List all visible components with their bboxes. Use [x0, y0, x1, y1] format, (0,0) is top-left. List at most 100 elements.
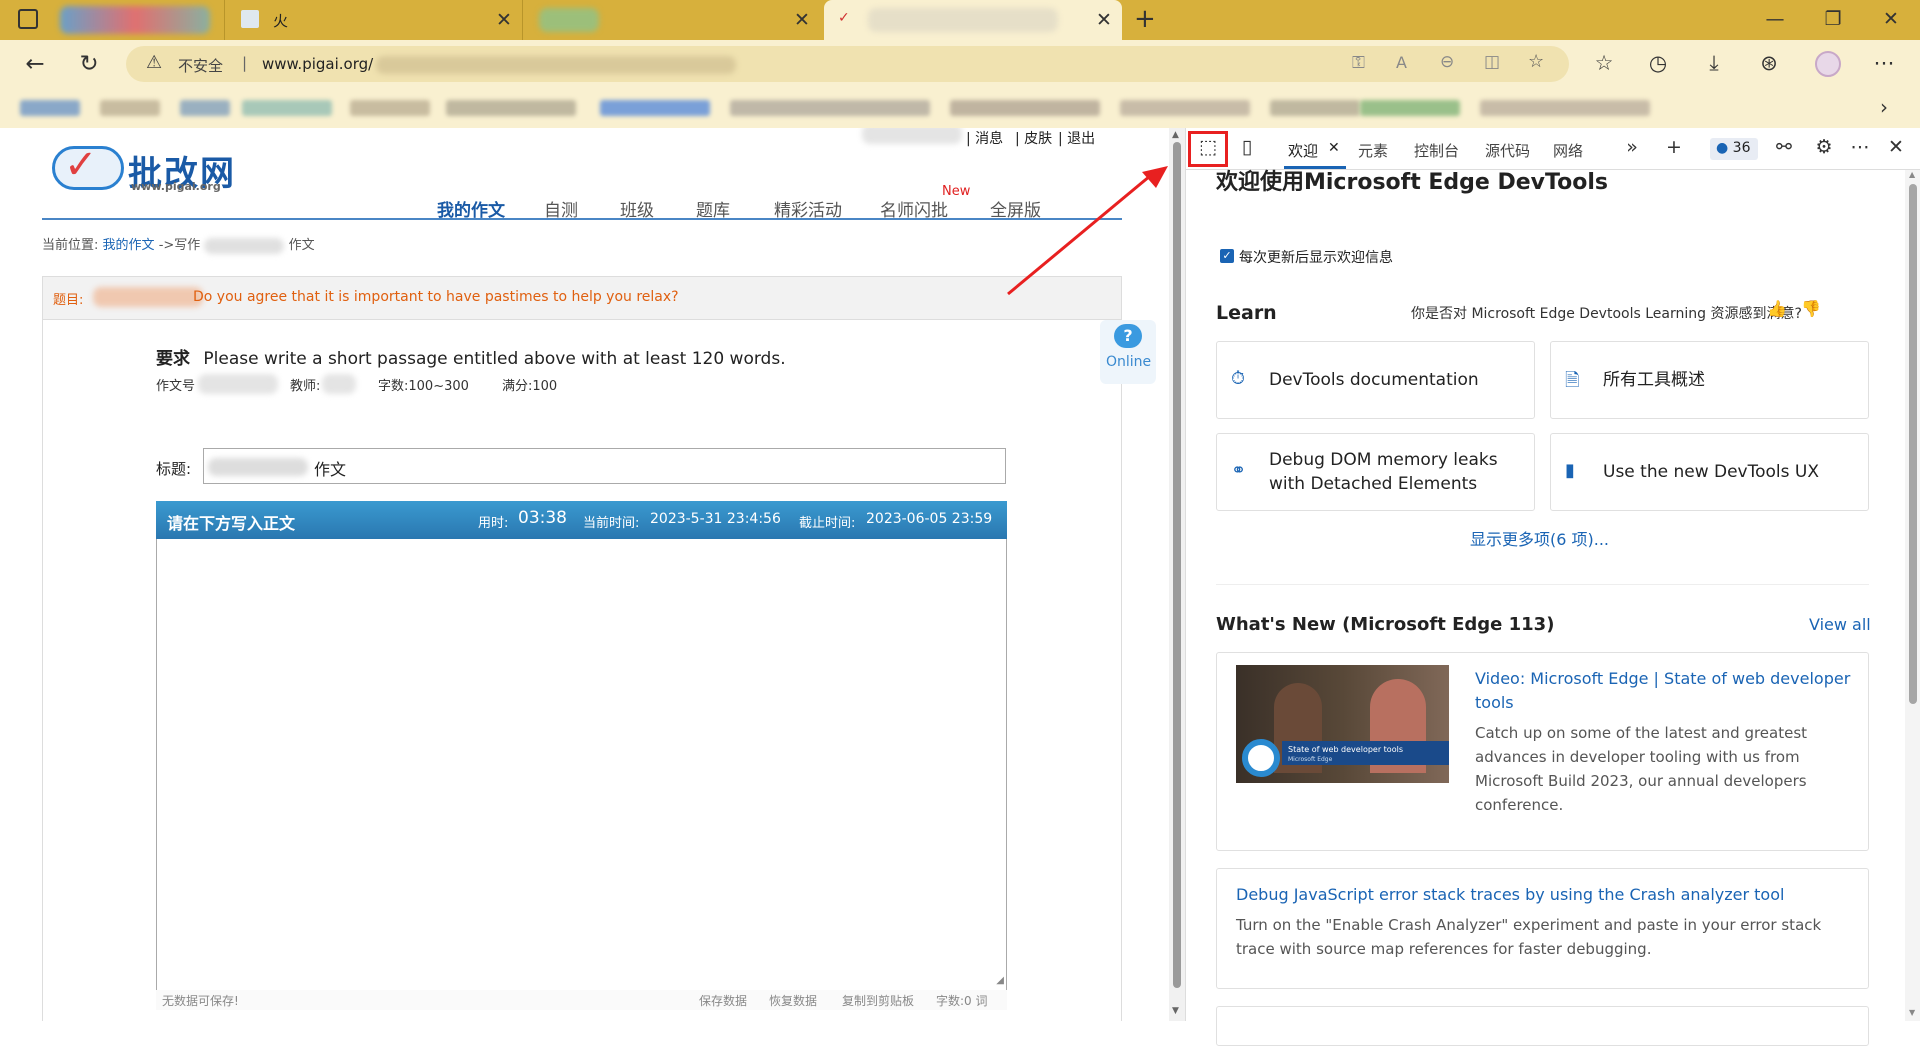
essay-textarea[interactable]: ◢	[156, 539, 1007, 999]
learn-card-tools-overview[interactable]: 🗎 所有工具概述	[1550, 341, 1869, 419]
tab-welcome-close-icon[interactable]: ✕	[1328, 140, 1340, 156]
security-label[interactable]: 不安全	[178, 55, 223, 76]
video-thumbnail[interactable]: State of web developer tools Microsoft E…	[1236, 665, 1449, 783]
learn-card-memory-leaks[interactable]: ⚭ Debug DOM memory leaks with Detached E…	[1216, 433, 1535, 511]
tab-actions-icon[interactable]	[18, 9, 38, 29]
online-help-button[interactable]: ? Online	[1100, 320, 1156, 384]
bookmark-8[interactable]	[730, 100, 930, 116]
learn-heading: Learn	[1216, 302, 1277, 324]
minimize-button[interactable]: —	[1760, 8, 1790, 30]
address-toolbar: ← ↻ ⚠ 不安全 | www.pigai.org/ ⚿ A ⊖ ◫ ☆ ☆ ◷…	[0, 40, 1920, 88]
news-crash-title[interactable]: Debug JavaScript error stack traces by u…	[1236, 883, 1856, 907]
save-data-button[interactable]: 保存数据	[699, 992, 747, 1009]
devtools-tab-welcome[interactable]: 欢迎	[1288, 140, 1318, 161]
downloads-icon[interactable]: ⤓	[1700, 51, 1728, 76]
settings-gear-icon[interactable]: ⚙	[1810, 136, 1838, 158]
devtools-scrollbar-thumb[interactable]	[1909, 184, 1917, 704]
key-icon[interactable]: ⚿	[1352, 53, 1365, 73]
devtools-tab-network[interactable]: 网络	[1553, 140, 1583, 161]
title-bar: 火 ✕ ✕ ✓ ✕ + — ❐ ✕	[0, 0, 1920, 40]
devtools-tab-sources[interactable]: 源代码	[1485, 140, 1530, 161]
thumbs-down-icon[interactable]: 👎	[1801, 299, 1821, 318]
devtools-scrollbar[interactable]: ▲ ▼	[1905, 170, 1920, 1021]
bookmark-12[interactable]	[1360, 100, 1460, 116]
copy-clipboard-button[interactable]: 复制到剪贴板	[842, 992, 914, 1009]
learn-card-label: Debug DOM memory leaks with Detached Ele…	[1269, 450, 1498, 494]
learn-card-documentation[interactable]: ⏱ DevTools documentation	[1216, 341, 1535, 419]
url-text[interactable]: www.pigai.org/	[262, 55, 373, 73]
edge-collections-icon[interactable]: ⊛	[1755, 51, 1783, 75]
tab-1[interactable]	[58, 0, 224, 40]
bookmark-5[interactable]	[350, 100, 430, 116]
top-menu-messages[interactable]: | 消息	[966, 128, 1003, 148]
address-bar[interactable]: ⚠ 不安全 | www.pigai.org/ ⚿ A ⊖ ◫ ☆	[126, 46, 1569, 82]
devtools-scroll-down-icon[interactable]: ▼	[1909, 1008, 1915, 1017]
new-tab-button[interactable]: +	[1134, 4, 1156, 34]
restore-data-button[interactable]: 恢复数据	[769, 992, 817, 1009]
bookmark-10[interactable]	[1120, 100, 1250, 116]
bookmarks-overflow-icon[interactable]: ›	[1880, 95, 1888, 119]
add-tab-icon[interactable]: +	[1660, 136, 1688, 158]
top-menu-skin[interactable]: | 皮肤	[1015, 128, 1052, 148]
bookmark-9[interactable]	[950, 100, 1100, 116]
issues-badge[interactable]: ● 36	[1710, 138, 1758, 160]
profile-avatar[interactable]	[1815, 51, 1841, 77]
bookmark-2[interactable]	[100, 100, 160, 116]
add-favorite-icon[interactable]: ☆	[1528, 51, 1544, 72]
bookmark-4[interactable]	[242, 100, 332, 116]
page-vertical-scrollbar[interactable]: ▲ ▼	[1169, 128, 1185, 1021]
learn-card-new-ux[interactable]: ▮ Use the new DevTools UX	[1550, 433, 1869, 511]
top-menu-logout[interactable]: | 退出	[1058, 128, 1095, 148]
teacher-label: 教师:	[290, 379, 321, 394]
bookmark-11[interactable]	[1270, 100, 1360, 116]
history-icon[interactable]: ◷	[1644, 51, 1672, 75]
device-emulation-icon[interactable]: ▯	[1233, 136, 1261, 158]
scrollbar-thumb[interactable]	[1173, 142, 1181, 988]
question-redacted	[93, 287, 203, 307]
bookmark-13[interactable]	[1480, 100, 1650, 116]
maximize-button[interactable]: ❐	[1818, 8, 1848, 30]
scroll-down-icon[interactable]: ▼	[1172, 1006, 1179, 1016]
tab-2-close-icon[interactable]: ✕	[494, 9, 514, 31]
read-aloud-icon[interactable]: A	[1396, 53, 1407, 72]
more-tabs-icon[interactable]: »	[1618, 136, 1646, 158]
show-welcome-checkbox[interactable]: ✓	[1220, 249, 1234, 263]
scroll-up-icon[interactable]: ▲	[1172, 130, 1179, 140]
back-arrow-icon[interactable]: ←	[20, 49, 50, 79]
tab-2[interactable]: 火 ✕	[224, 0, 522, 40]
resize-handle-icon[interactable]: ◢	[996, 975, 1004, 986]
news-video-title[interactable]: Video: Microsoft Edge | State of web dev…	[1475, 667, 1855, 715]
zoom-out-icon[interactable]: ⊖	[1440, 52, 1454, 72]
help-chat-icon: ?	[1114, 324, 1142, 348]
more-menu-icon[interactable]: ⋯	[1870, 51, 1898, 75]
news-card-next[interactable]	[1216, 1006, 1869, 1046]
devtools-tab-console[interactable]: 控制台	[1414, 140, 1459, 161]
view-all-link[interactable]: View all	[1809, 615, 1871, 634]
close-devtools-icon[interactable]: ✕	[1882, 136, 1910, 158]
news-card-crash-analyzer[interactable]: Debug JavaScript error stack traces by u…	[1216, 868, 1869, 989]
share-icon[interactable]: ⚯	[1770, 136, 1798, 158]
breadcrumb-my-essays-link[interactable]: 我的作文	[103, 238, 155, 253]
section-divider	[1216, 584, 1869, 585]
show-more-link[interactable]: 显示更多项(6 项)...	[1470, 526, 1609, 550]
bookmark-3[interactable]	[180, 100, 230, 116]
bookmark-6[interactable]	[446, 100, 576, 116]
tab-4-active[interactable]: ✓ ✕	[824, 0, 1122, 40]
devtools-more-icon[interactable]: ⋯	[1846, 136, 1874, 158]
split-screen-icon[interactable]: ◫	[1484, 52, 1500, 72]
devtools-scroll-up-icon[interactable]: ▲	[1909, 170, 1915, 179]
tab-3[interactable]: ✕	[522, 0, 820, 40]
thumbs-up-icon[interactable]: 👍	[1767, 299, 1787, 318]
tab-3-close-icon[interactable]: ✕	[792, 9, 812, 31]
tab-4-title	[868, 8, 1058, 32]
close-window-button[interactable]: ✕	[1876, 8, 1906, 30]
bookmark-7[interactable]	[600, 100, 710, 116]
news-card-video[interactable]: State of web developer tools Microsoft E…	[1216, 652, 1869, 851]
inspect-element-icon[interactable]: ⬚	[1194, 136, 1222, 158]
devtools-tab-elements[interactable]: 元素	[1358, 140, 1388, 161]
favorites-icon[interactable]: ☆	[1590, 51, 1618, 75]
tab-4-close-icon[interactable]: ✕	[1094, 9, 1114, 31]
refresh-icon[interactable]: ↻	[74, 49, 104, 79]
bookmark-1[interactable]	[20, 100, 80, 116]
title-input[interactable]: 作文	[203, 448, 1006, 484]
